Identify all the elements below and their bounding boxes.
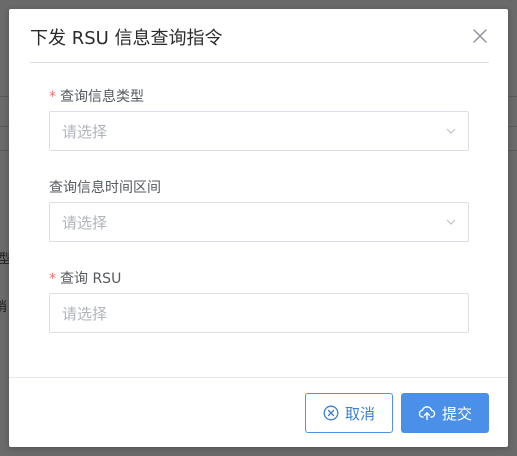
submit-button-label: 提交: [441, 404, 472, 423]
submit-button[interactable]: 提交: [401, 393, 489, 433]
rsu-query-dialog: 下发 RSU 信息查询指令 * 查询信息类型 请选择 查询信息时间区间 请选择 *…: [9, 9, 508, 447]
cloud-upload-icon: [418, 406, 436, 421]
rsu-label: * 查询 RSU: [49, 268, 121, 288]
info-type-label: * 查询信息类型: [49, 86, 144, 106]
close-icon: [473, 29, 487, 43]
header-divider: [30, 62, 489, 63]
chevron-down-icon: [446, 219, 456, 225]
background-text: 诮: [0, 300, 8, 315]
info-time-range-label: 查询信息时间区间: [49, 180, 161, 196]
rsu-label-text: 查询 RSU: [60, 271, 122, 287]
close-button[interactable]: [471, 27, 489, 45]
cancel-button[interactable]: 取消: [305, 393, 393, 433]
circle-x-icon: [323, 405, 339, 421]
dialog-title: 下发 RSU 信息查询指令: [30, 28, 223, 49]
info-type-placeholder: 请选择: [62, 123, 108, 141]
required-mark: *: [49, 271, 56, 287]
info-time-range-select[interactable]: 请选择: [49, 202, 469, 242]
chevron-down-icon: [446, 128, 456, 134]
rsu-placeholder: 请选择: [62, 305, 108, 323]
cancel-button-label: 取消: [344, 404, 375, 423]
info-type-label-text: 查询信息类型: [60, 89, 144, 105]
footer-divider: [9, 377, 508, 378]
info-type-select[interactable]: 请选择: [49, 111, 469, 151]
info-time-range-placeholder: 请选择: [62, 214, 108, 232]
rsu-select[interactable]: 请选择: [49, 293, 469, 333]
required-mark: *: [49, 89, 56, 105]
